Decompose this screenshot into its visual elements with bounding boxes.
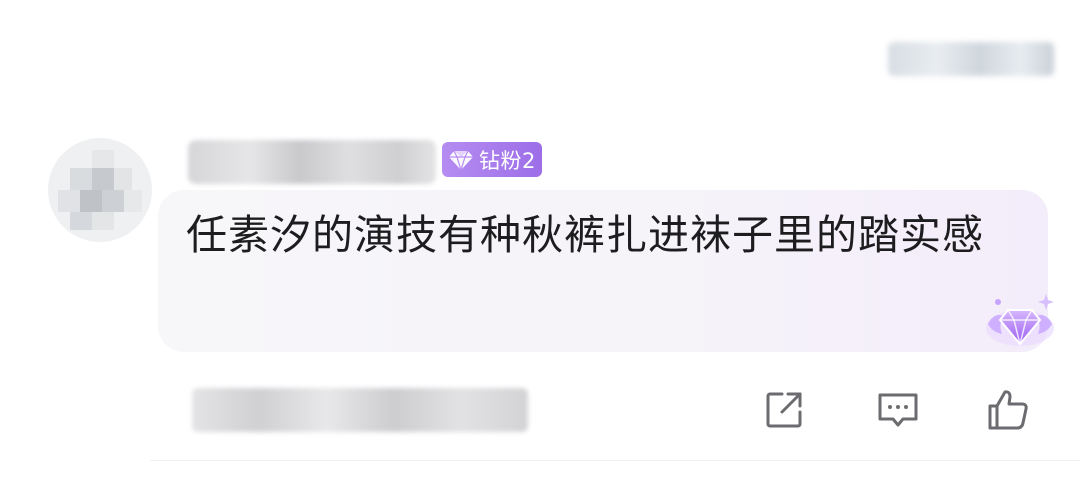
like-button[interactable]	[984, 386, 1032, 434]
thumbs-up-icon	[988, 390, 1028, 430]
blurred-meta-top	[888, 42, 1054, 76]
reply-button[interactable]	[874, 386, 922, 434]
badge-label: 钻粉2	[479, 148, 536, 173]
blurred-username[interactable]	[188, 140, 436, 184]
share-icon	[766, 392, 802, 428]
diamond-icon	[449, 150, 473, 171]
share-button[interactable]	[760, 386, 808, 434]
divider	[150, 460, 1080, 461]
blurred-footer-meta	[192, 388, 528, 432]
comment-icon	[878, 393, 918, 427]
comment-text: 任素汐的演技有种秋裤扎进袜子里的踏实感	[186, 211, 984, 259]
avatar[interactable]	[48, 138, 152, 242]
fan-level-badge[interactable]: 钻粉2	[442, 142, 542, 177]
diamond-emblem-icon	[986, 294, 1054, 346]
